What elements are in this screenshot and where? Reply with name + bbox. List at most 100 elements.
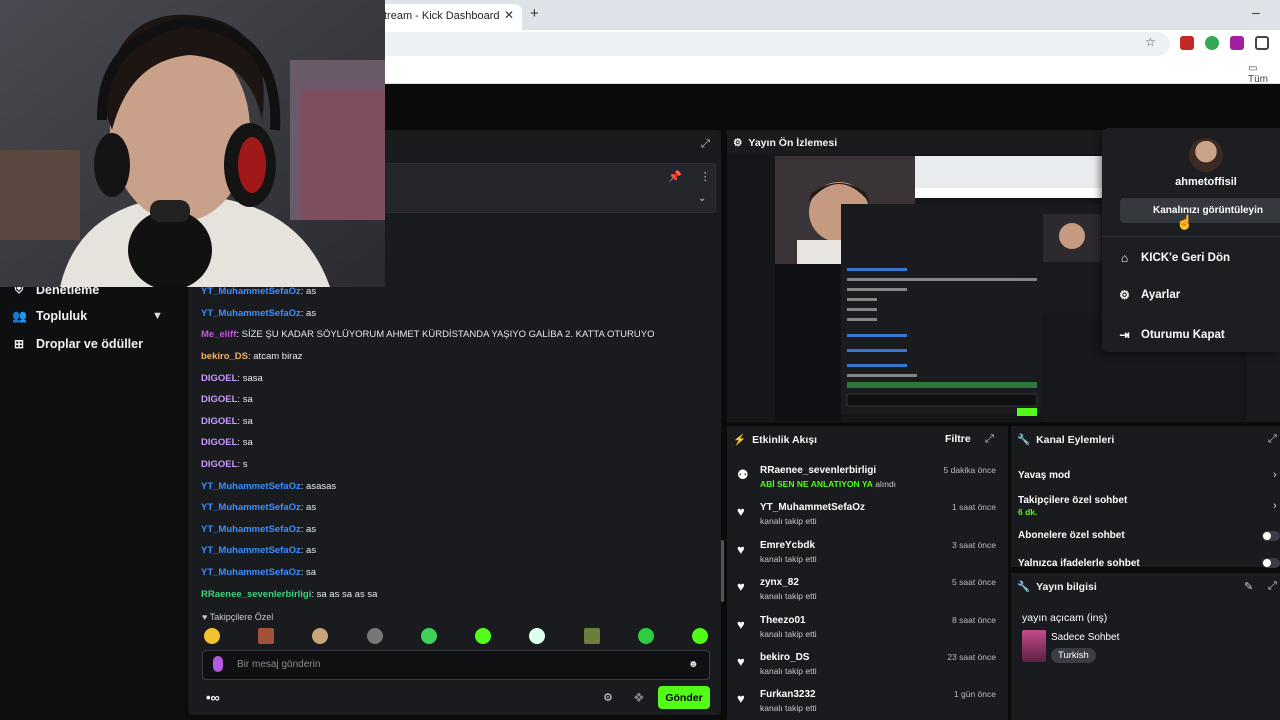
chat-message[interactable]: YT_MuhammetSefaOz: as — [201, 286, 316, 297]
chat-username[interactable]: YT_MuhammetSefaOz — [201, 286, 301, 297]
chat-username[interactable]: DIGOEL — [201, 416, 237, 427]
chat-message[interactable]: YT_MuhammetSefaOz: as — [201, 308, 316, 319]
chat-username[interactable]: DIGOEL — [201, 437, 237, 448]
chat-username[interactable]: Me_eliff — [201, 329, 236, 340]
chat-scrollbar[interactable] — [721, 540, 724, 602]
popout-icon[interactable]: ⤢ — [1268, 580, 1277, 593]
bookmark-all[interactable]: ▭ Tüm — [1248, 63, 1280, 85]
followers-chat-action[interactable]: Takipçilere özel sohbet — [1018, 495, 1127, 506]
event-feed-title-text: Etkinlik Akışı — [752, 433, 818, 446]
subscribers-chat-action[interactable]: Abonelere özel sohbet — [1018, 530, 1125, 541]
chevron-right-icon[interactable]: › — [1273, 500, 1277, 512]
sidebar-item-community[interactable]: 👥 Topluluk — [12, 309, 87, 323]
filter-button[interactable]: Filtre — [945, 433, 971, 445]
microphone-icon[interactable] — [213, 656, 223, 672]
address-bar[interactable] — [300, 32, 1170, 56]
menu-item-back-to-kick[interactable]: ⌂ KICK'e Geri Dön — [1118, 251, 1230, 265]
extension-icon[interactable] — [1230, 36, 1244, 50]
chat-message[interactable]: YT_MuhammetSefaOz: as — [201, 524, 316, 535]
emote[interactable] — [584, 628, 600, 644]
event-username[interactable]: bekiro_DS — [760, 652, 809, 663]
chat-username[interactable]: YT_MuhammetSefaOz — [201, 524, 301, 535]
heart-icon: ♥ — [737, 579, 745, 594]
chat-username[interactable]: DIGOEL — [201, 373, 237, 384]
event-username[interactable]: Theezo01 — [760, 615, 806, 626]
chat-message[interactable]: YT_MuhammetSefaOz: as — [201, 502, 316, 513]
emote[interactable] — [258, 628, 274, 644]
chat-settings-icon[interactable]: ⚙ — [603, 691, 613, 704]
chat-message[interactable]: DIGOEL: sa — [201, 394, 253, 405]
chevron-right-icon[interactable]: › — [1273, 469, 1277, 481]
more-icon[interactable]: ⋮ — [700, 170, 711, 183]
event-username[interactable]: EmreYcbdk — [760, 540, 815, 551]
menu-item-logout[interactable]: ⇥ Oturumu Kapat — [1118, 328, 1224, 342]
event-username[interactable]: zynx_82 — [760, 577, 799, 588]
chat-message[interactable]: bekiro_DS: atcam biraz — [201, 351, 302, 362]
browser-tab[interactable]: tream - Kick Dashboard ✕ — [370, 4, 522, 30]
chat-username[interactable]: RRaenee_sevenlerbirligi — [201, 589, 311, 600]
chat-username[interactable]: DIGOEL — [201, 459, 237, 470]
event-username[interactable]: Furkan3232 — [760, 689, 816, 700]
chat-message[interactable]: YT_MuhammetSefaOz: sa — [201, 567, 316, 578]
pdf-extension-icon[interactable] — [1180, 36, 1194, 50]
lightning-icon: ⚡ — [733, 434, 747, 446]
chat-username[interactable]: YT_MuhammetSefaOz — [201, 502, 301, 513]
chat-username[interactable]: YT_MuhammetSefaOz — [201, 308, 301, 319]
chat-message[interactable]: RRaenee_sevenlerbirligi: sa as sa as sa — [201, 589, 377, 600]
chevron-down-icon[interactable]: ⌄ — [698, 193, 706, 204]
emote[interactable] — [421, 628, 437, 644]
emote[interactable] — [692, 628, 708, 644]
chat-username[interactable]: YT_MuhammetSefaOz — [201, 567, 301, 578]
stream-preview-title-text: Yayın Ön İzlemesi — [748, 137, 838, 149]
emote[interactable] — [638, 628, 654, 644]
slow-mode-action[interactable]: Yavaş mod — [1018, 470, 1070, 481]
popout-icon[interactable]: ⤢ — [701, 138, 710, 151]
chat-message[interactable]: YT_MuhammetSefaOz: as — [201, 545, 316, 556]
avatar — [1189, 138, 1223, 172]
pinned-message[interactable] — [384, 163, 716, 213]
reward-name: ABİ SEN NE ANLATIYON YA — [760, 479, 873, 489]
gift-icon: ⊞ — [13, 337, 25, 351]
emote[interactable] — [475, 628, 491, 644]
close-icon[interactable]: ✕ — [504, 8, 514, 22]
chat-message[interactable]: DIGOEL: sa — [201, 437, 253, 448]
emoji-icon[interactable]: ☻ — [688, 659, 699, 670]
event-username[interactable]: YT_MuhammetSefaOz — [760, 502, 865, 513]
star-icon[interactable]: ☆ — [1145, 35, 1159, 49]
heart-icon: ♥ — [737, 504, 745, 519]
chat-username[interactable]: YT_MuhammetSefaOz — [201, 481, 301, 492]
popout-icon[interactable]: ⤢ — [1268, 433, 1277, 446]
emote-picker-icon[interactable]: ❖ — [633, 690, 645, 706]
send-button[interactable]: Gönder — [658, 686, 710, 709]
chat-username[interactable]: DIGOEL — [201, 394, 237, 405]
chat-message[interactable]: DIGOEL: s — [201, 459, 247, 470]
popout-icon[interactable]: ⤢ — [985, 433, 994, 446]
subscribers-chat-toggle[interactable] — [1262, 531, 1280, 541]
menu-item-settings[interactable]: ⚙ Ayarlar — [1118, 288, 1180, 302]
chat-message[interactable]: YT_MuhammetSefaOz: asasas — [201, 481, 336, 492]
chat-message[interactable]: DIGOEL: sasa — [201, 373, 263, 384]
emote[interactable] — [367, 628, 383, 644]
emote[interactable] — [312, 628, 328, 644]
edit-icon[interactable]: ✎ — [1244, 580, 1253, 593]
emotes-only-toggle[interactable] — [1262, 558, 1280, 568]
pin-icon[interactable]: 📌 — [668, 170, 682, 183]
emote[interactable] — [204, 628, 220, 644]
sidebar-item-drops[interactable]: ⊞ Droplar ve ödüller — [12, 337, 143, 351]
heart-icon: ♥ — [737, 542, 745, 557]
chat-username[interactable]: bekiro_DS — [201, 351, 248, 362]
chevron-down-icon[interactable]: ▼ — [152, 310, 163, 322]
emotes-only-action[interactable]: Yalnızca ifadelerle sohbet — [1018, 558, 1140, 569]
chat-message[interactable]: Me_eliff: SİZE ŞU KADAR SÖYLÜYORUM AHMET… — [201, 329, 654, 340]
chat-username[interactable]: YT_MuhammetSefaOz — [201, 545, 301, 556]
language-tag[interactable]: Turkish — [1051, 648, 1096, 663]
emote[interactable] — [529, 628, 545, 644]
view-channel-button[interactable]: Kanalınızı görüntüleyin — [1120, 198, 1280, 223]
event-username[interactable]: RRaenee_sevenlerbirligi — [760, 465, 876, 476]
chat-message[interactable]: DIGOEL: sa — [201, 416, 253, 427]
minimize-icon[interactable]: – — [1252, 4, 1260, 20]
shield-extension-icon[interactable] — [1205, 36, 1219, 50]
new-tab-icon[interactable]: + — [530, 5, 539, 22]
event-time: 5 dakika önce — [943, 465, 996, 475]
puzzle-icon[interactable] — [1255, 36, 1269, 50]
